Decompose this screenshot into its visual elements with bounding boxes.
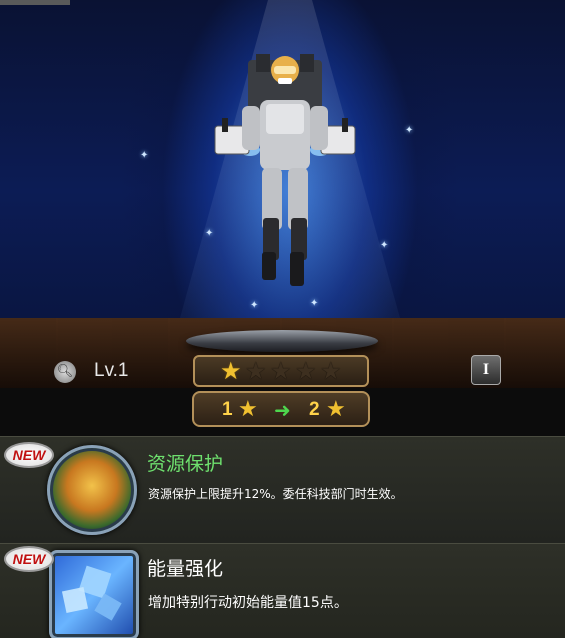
- upgrade-to-value: 2: [309, 399, 320, 420]
- hero-level-label: Lv.1: [94, 360, 129, 381]
- new-badge: NEW: [4, 442, 54, 468]
- cube-icon: [61, 565, 122, 621]
- star-icon: ★: [295, 357, 317, 385]
- skill-name: 能量强化: [147, 558, 224, 580]
- arrow-right-icon: ➜: [274, 398, 291, 422]
- hero-showcase-stage: ✦ ✦ ✦ ✦ ✦ ✦: [0, 0, 565, 318]
- info-icon: I: [482, 361, 490, 378]
- star-icon: ★: [326, 397, 346, 422]
- magnify-icon[interactable]: 🔍︎: [54, 361, 76, 383]
- sparkle: ✦: [250, 300, 259, 311]
- sparkle: ✦: [380, 240, 389, 251]
- star-icon: ★: [320, 357, 342, 385]
- star-icon: ★: [245, 357, 267, 385]
- sparkle: ✦: [140, 150, 149, 161]
- resource-protection-skill-icon[interactable]: [47, 445, 137, 535]
- star-rating-panel: ★ ★ ★ ★ ★: [193, 355, 369, 387]
- star-icon: ★: [238, 397, 258, 422]
- skill-description: 资源保护上限提升12%。委任科技部门时生效。: [148, 487, 403, 501]
- info-button[interactable]: I: [471, 355, 501, 385]
- energy-boost-skill-icon[interactable]: [49, 550, 139, 638]
- new-badge: NEW: [4, 546, 54, 572]
- skill-description: 增加特别行动初始能量值15点。: [148, 595, 348, 611]
- sparkle: ✦: [405, 125, 414, 136]
- skill-item[interactable]: NEW 能量强化 增加特别行动初始能量值15点。: [0, 543, 565, 638]
- skill-name: 资源保护: [147, 453, 224, 475]
- sparkle: ✦: [310, 298, 319, 309]
- star-upgrade-panel: 1 ★ ➜ 2 ★: [192, 391, 370, 427]
- upgrade-from-value: 1: [222, 399, 233, 420]
- top-edge-bar: [0, 0, 70, 5]
- hero-character[interactable]: [210, 40, 360, 290]
- hero-pedestal: [186, 330, 378, 352]
- star-icon: ★: [270, 357, 292, 385]
- star-icon: ★: [220, 357, 242, 385]
- hero-detail-screen: ✦ ✦ ✦ ✦ ✦ ✦ 🔍︎ Lv.1 ★ ★ ★ ★ ★ I 1 ★ ➜ 2 …: [0, 0, 565, 638]
- skill-item[interactable]: NEW 资源保护 资源保护上限提升12%。委任科技部门时生效。: [0, 436, 565, 543]
